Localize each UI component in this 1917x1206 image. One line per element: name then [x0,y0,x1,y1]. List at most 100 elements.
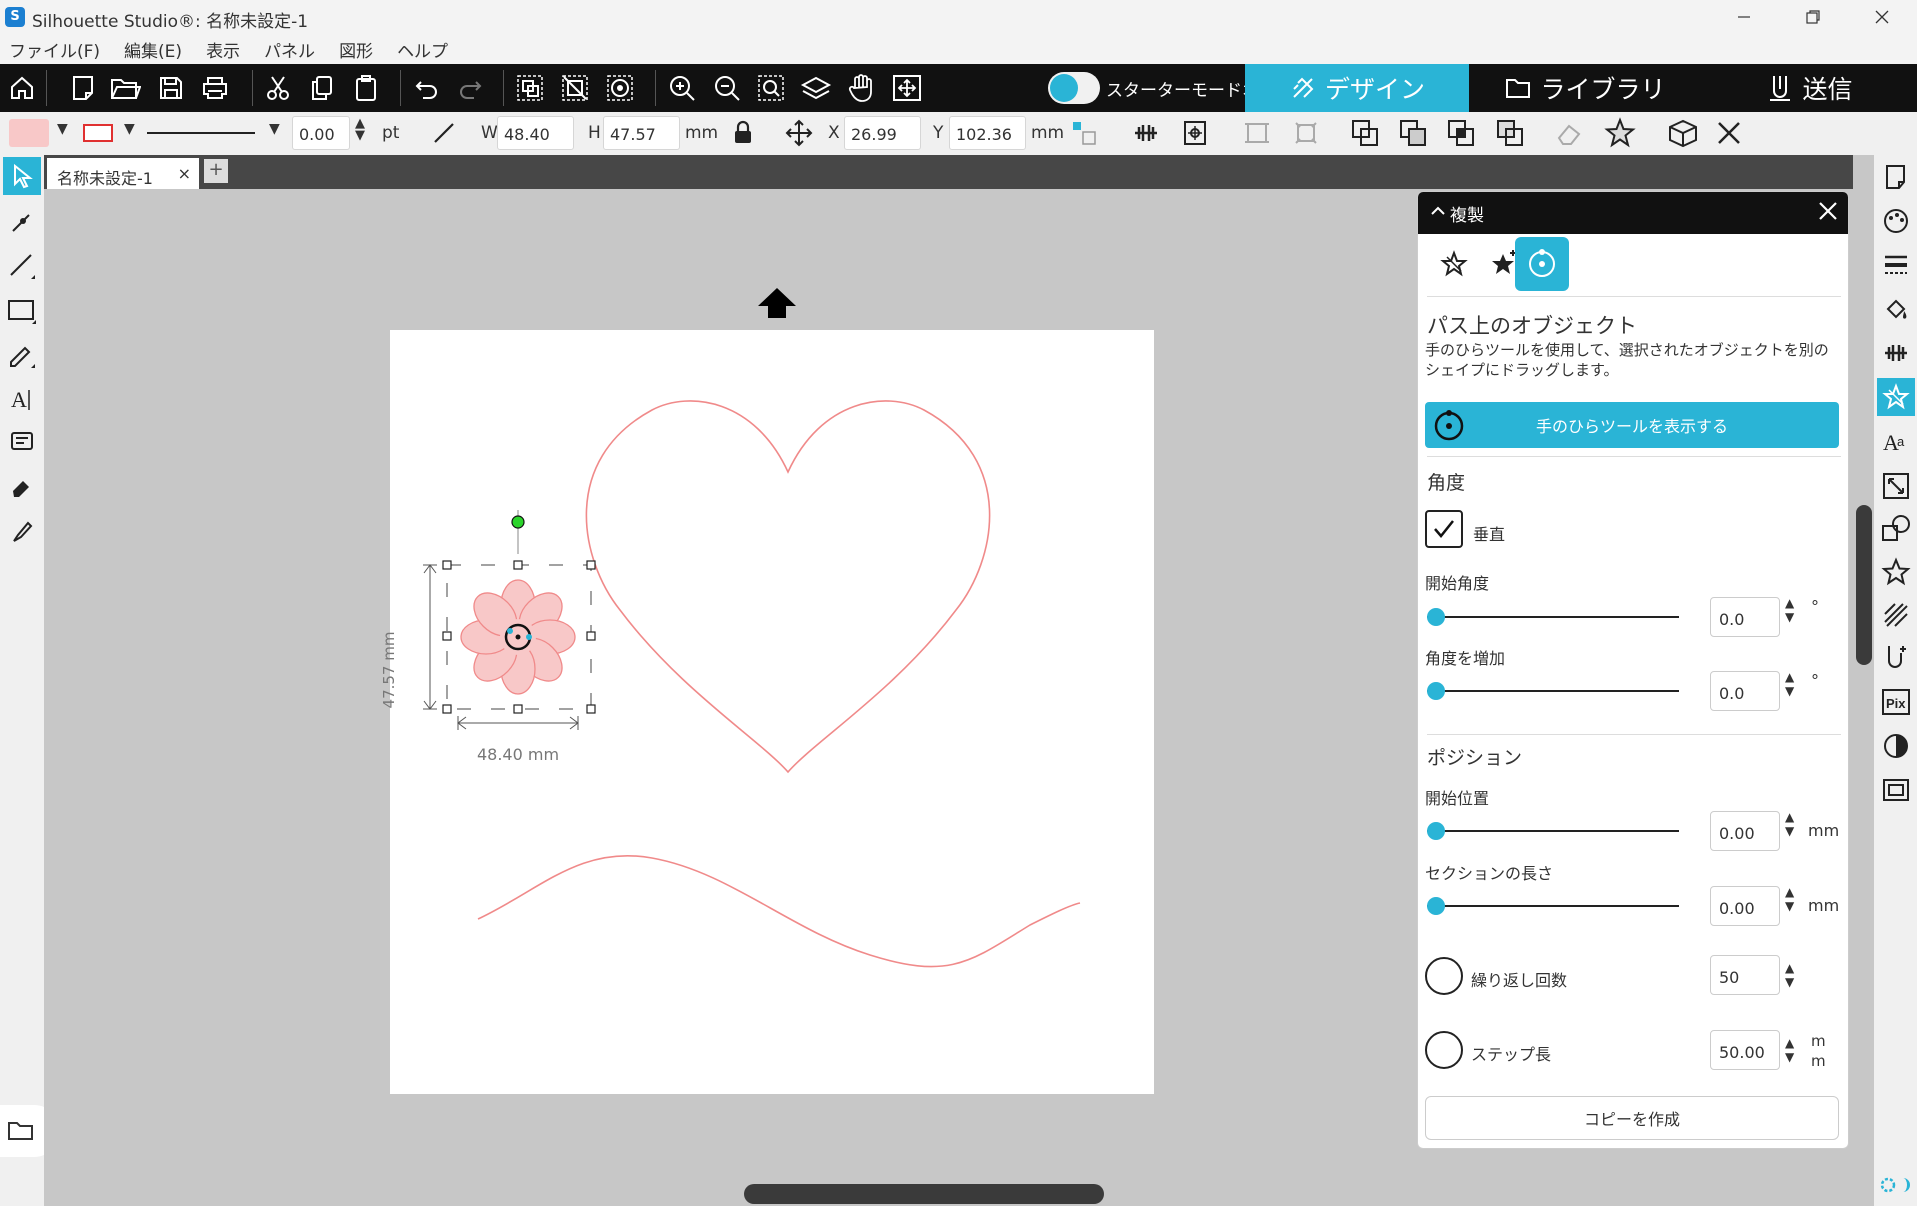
repeat-count-input[interactable]: 50 [1710,955,1780,995]
document-tab[interactable]: 名称未設定-1 × [47,158,199,189]
cut-button[interactable] [261,72,295,104]
repeat-count-radio[interactable] [1425,957,1463,995]
starter-mode-toggle[interactable]: スターターモードオフ [1048,70,1276,106]
save-button[interactable] [154,72,188,104]
fill-dropdown-icon[interactable]: ▼ [57,121,68,137]
make-copy-button[interactable]: コピーを作成 [1425,1096,1839,1140]
copy-button[interactable] [305,72,339,104]
3d-box-button[interactable] [1664,116,1702,150]
menu-panel[interactable]: パネル [264,37,315,62]
eraser-button[interactable] [1553,116,1587,150]
section-length-stepper[interactable]: ▲ ▼ [1785,885,1797,913]
fill-color-swatch[interactable] [8,116,50,150]
paste-button[interactable] [349,72,383,104]
tab-replicate-basic[interactable] [1427,237,1481,291]
lock-aspect-button[interactable] [726,116,760,150]
redo-button[interactable] [453,72,487,104]
restore-button[interactable] [1783,0,1843,34]
pan-button[interactable] [844,72,878,104]
text-box-tool[interactable] [3,423,41,461]
library-shapes-button[interactable] [1877,553,1915,591]
line-tool[interactable] [3,247,41,285]
open-button[interactable] [108,72,142,104]
increase-angle-stepper[interactable]: ▲ ▼ [1785,670,1797,698]
home-button[interactable] [5,72,39,104]
add-tab-button[interactable]: + [204,159,228,183]
line-color-dropdown-icon[interactable]: ▼ [124,121,135,137]
horizontal-scroll-thumb[interactable] [744,1184,1104,1204]
vertical-scroll-thumb[interactable] [1856,505,1872,665]
align-button[interactable] [1129,116,1163,150]
start-position-slider[interactable] [1427,820,1679,842]
start-position-stepper[interactable]: ▲ ▼ [1785,810,1797,838]
center-page-button[interactable] [1178,116,1212,150]
step-length-radio[interactable] [1425,1031,1463,1069]
trace-panel-button[interactable] [1877,727,1915,765]
ungroup-button[interactable] [558,72,592,104]
weld-button[interactable] [1348,116,1382,150]
tab-library[interactable]: ライブラリ [1470,64,1700,112]
step-length-input[interactable]: 50.00 [1710,1030,1780,1070]
transform-panel-button[interactable] [1877,467,1915,505]
selection-box[interactable] [390,510,610,750]
vertical-checkbox[interactable] [1425,510,1463,548]
step-length-stepper[interactable]: ▲ ▼ [1785,1036,1797,1064]
x-input[interactable]: 26.99 [844,116,921,150]
start-angle-stepper[interactable]: ▲ ▼ [1785,596,1797,624]
tab-design[interactable]: デザイン [1245,64,1469,112]
rectangle-tool[interactable] [3,292,41,330]
subtract-button[interactable] [1396,116,1430,150]
reference-point-button[interactable] [1069,116,1099,150]
intersect-button[interactable] [1444,116,1478,150]
new-doc-button[interactable] [66,72,100,104]
menu-edit[interactable]: 編集(E) [124,37,182,62]
close-tab-icon[interactable]: × [178,164,191,183]
text-style-panel-button[interactable]: Aa [1877,423,1915,461]
section-length-input[interactable]: 0.00 [1710,886,1780,926]
show-hand-tool-button[interactable]: 手のひらツールを表示する [1425,402,1839,448]
start-angle-slider[interactable] [1427,606,1679,628]
print-button[interactable] [198,72,232,104]
increase-angle-slider[interactable] [1427,680,1679,702]
transform-button[interactable] [1240,116,1274,150]
star-shape-button[interactable] [1603,116,1637,150]
menu-view[interactable]: 表示 [206,37,240,62]
horizontal-scrollbar[interactable] [44,1181,1874,1206]
cutting-mat-page[interactable]: 47.57 mm 48.40 mm [380,330,1154,1094]
delete-button[interactable] [1712,116,1746,150]
distribute-button[interactable] [1289,116,1323,150]
minimize-button[interactable] [1714,0,1774,34]
print-cut-panel-button[interactable] [1877,771,1915,809]
toggle-switch[interactable] [1048,72,1100,104]
line-width-stepper[interactable]: ▲ ▼ [355,117,365,142]
start-angle-input[interactable]: 0.0 [1710,597,1780,637]
repeat-count-stepper[interactable]: ▲ ▼ [1785,961,1797,989]
section-length-slider[interactable] [1427,895,1679,917]
move-view-button[interactable] [890,72,924,104]
line-color-swatch[interactable] [78,116,118,150]
replicate-panel-button[interactable] [1877,378,1915,416]
select-tool[interactable] [3,157,41,195]
fill-pattern-panel-button[interactable] [1877,290,1915,328]
close-window-button[interactable] [1852,0,1912,34]
zoom-in-button[interactable] [665,72,699,104]
compound-path-button[interactable] [603,72,637,104]
modify-panel-button[interactable] [1877,510,1915,548]
sketch-panel-button[interactable] [1877,596,1915,634]
close-icon[interactable] [1816,199,1840,223]
start-position-input[interactable]: 0.00 [1710,811,1780,851]
knife-tool[interactable] [3,512,41,550]
point-edit-tool[interactable] [3,203,41,241]
width-input[interactable]: 48.40 [497,116,574,150]
settings-button[interactable] [1877,1170,1915,1200]
line-style-panel-button[interactable] [1877,246,1915,284]
group-button[interactable] [513,72,547,104]
zoom-select-button[interactable] [754,72,788,104]
tab-object-on-path[interactable] [1515,237,1569,291]
line-width-input[interactable]: 0.00 [292,116,350,150]
menu-file[interactable]: ファイル(F) [9,37,100,62]
draw-tool[interactable] [3,336,41,374]
crop-button[interactable] [1493,116,1527,150]
line-style-select[interactable] [146,116,256,150]
y-input[interactable]: 102.36 [949,116,1026,150]
